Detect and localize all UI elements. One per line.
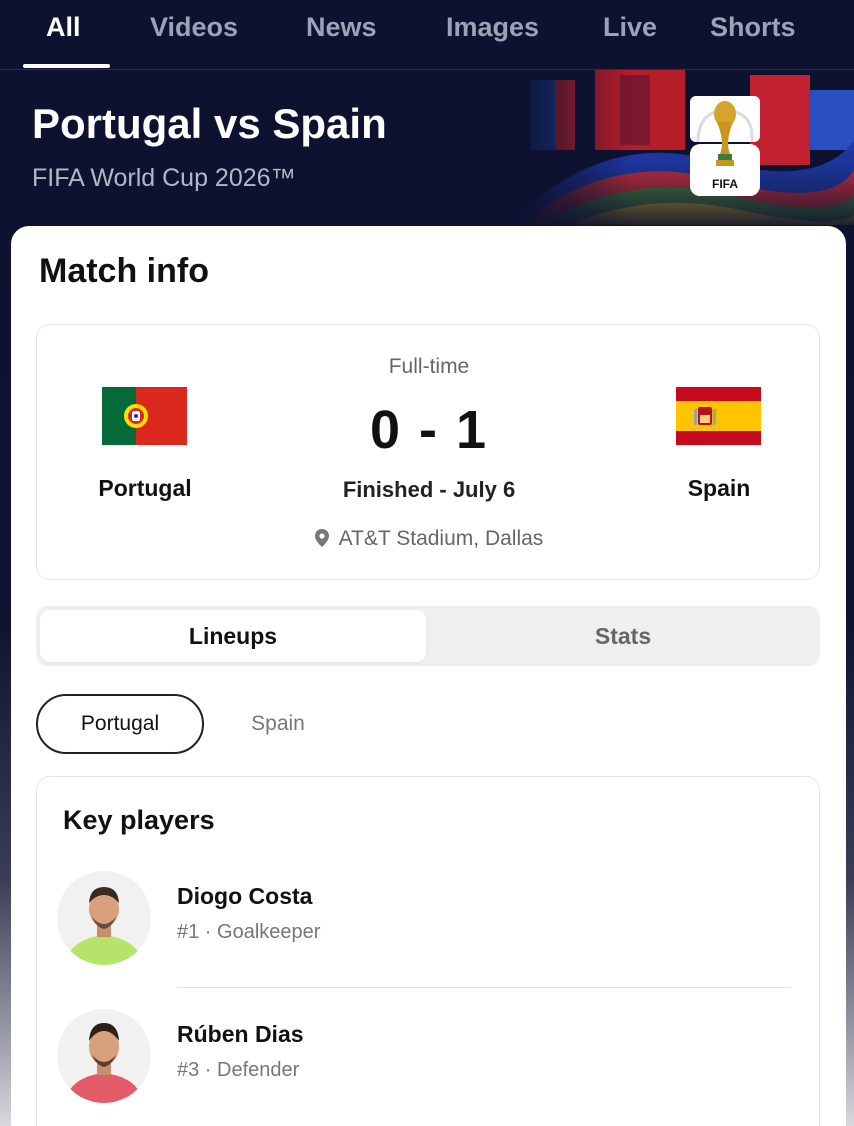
tab-images[interactable]: Images: [446, 12, 539, 43]
match-card: Match info Portugal Full-time 0 - 1 Fini…: [11, 226, 846, 1126]
location-pin-icon: [314, 529, 329, 547]
spain-flag-icon: [676, 387, 761, 445]
key-players-section: Key players Diogo Costa #1 · Goalkeeper: [36, 776, 820, 1126]
away-team-name: Spain: [687, 475, 751, 501]
lineups-stats-toggle: Lineups Stats: [36, 606, 820, 666]
competition-subtitle: FIFA World Cup 2026™: [32, 164, 296, 192]
player-avatar: [57, 1009, 151, 1103]
tab-news[interactable]: News: [306, 12, 377, 43]
tab-shorts[interactable]: Shorts: [710, 12, 796, 43]
tab-all[interactable]: All: [46, 12, 81, 43]
player-position: #1 · Goalkeeper: [177, 921, 321, 943]
player-position: #3 · Defender: [177, 1059, 300, 1081]
team-filter-spain[interactable]: Spain: [233, 694, 323, 754]
player-name: Rúben Dias: [177, 1021, 304, 1047]
venue-label: AT&T Stadium, Dallas: [338, 527, 544, 550]
player-row[interactable]: Rúben Dias #3 · Defender: [37, 1009, 821, 1109]
player-row[interactable]: Diogo Costa #1 · Goalkeeper: [37, 871, 821, 971]
player-name: Diogo Costa: [177, 883, 313, 909]
world-cup-trophy-icon: FIFA: [690, 92, 760, 196]
fifa-logo-text: FIFA: [712, 177, 738, 191]
stats-tab[interactable]: Stats: [430, 610, 816, 662]
page-title: Portugal vs Spain: [32, 100, 387, 147]
key-players-heading: Key players: [63, 805, 215, 835]
player-divider: [177, 987, 791, 988]
player-avatar: [57, 871, 151, 965]
hero-banner-art: [510, 70, 854, 225]
tab-live[interactable]: Live: [603, 12, 657, 43]
match-info-heading: Match info: [39, 252, 209, 290]
match-status: Full-time: [388, 355, 470, 378]
active-tab-indicator: [23, 64, 110, 68]
lineups-tab[interactable]: Lineups: [40, 610, 426, 662]
team-filter-portugal[interactable]: Portugal: [36, 694, 204, 754]
scoreboard: Portugal Full-time 0 - 1 Finished - July…: [36, 324, 820, 580]
top-tab-bar: All Videos News Images Live Shorts: [0, 0, 854, 70]
tab-videos[interactable]: Videos: [150, 12, 238, 43]
venue: AT&T Stadium, Dallas: [37, 527, 821, 551]
